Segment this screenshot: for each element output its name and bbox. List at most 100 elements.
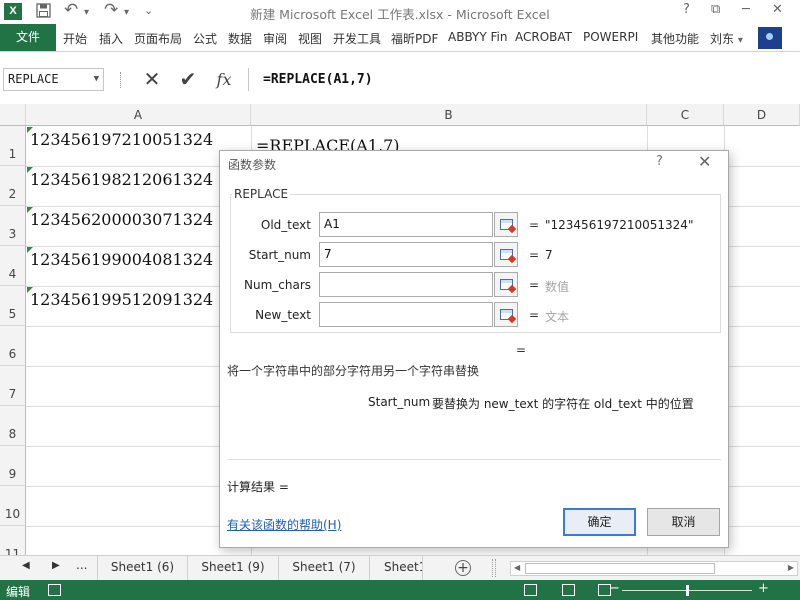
add-sheet-icon[interactable]: +	[455, 560, 471, 576]
collapse-dialog-icon[interactable]	[494, 272, 518, 297]
divider	[227, 459, 721, 460]
tab-home[interactable]: 开始	[63, 30, 87, 47]
row-header[interactable]: 8	[0, 406, 26, 446]
row-header[interactable]: 7	[0, 366, 26, 406]
zoom-slider-thumb[interactable]	[686, 585, 689, 596]
tab-data[interactable]: 数据	[228, 30, 252, 47]
arg-label-old-text: Old_text	[260, 218, 311, 232]
function-help-link[interactable]: 有关该函数的帮助(H)	[227, 516, 341, 533]
tab-abbyy[interactable]: ABBYY Fin	[448, 30, 507, 44]
column-header-b[interactable]: B	[251, 104, 647, 126]
cell-a1[interactable]: 123456197210051324	[30, 130, 248, 149]
new-text-input[interactable]	[319, 302, 493, 327]
horizontal-scrollbar[interactable]: ◀ ▶	[510, 561, 798, 576]
more-sheets-button[interactable]: ...	[76, 558, 87, 572]
tab-view[interactable]: 视图	[298, 30, 322, 47]
equals-sign: =	[529, 308, 540, 322]
column-header-d[interactable]: D	[724, 104, 800, 126]
sheet-tab-bar: ◀ ▶ ... Sheet1 (6) Sheet1 (9) Sheet1 (7)…	[0, 555, 800, 580]
name-box-dropdown-icon[interactable]: ▼	[94, 69, 99, 90]
cancel-button[interactable]: 取消	[647, 508, 720, 536]
row-header[interactable]: 2	[0, 166, 26, 206]
cell-a2[interactable]: 123456198212061324	[30, 170, 248, 189]
window-title: 新建 Microsoft Excel 工作表.xlsx - Microsoft …	[250, 7, 550, 22]
tab-formulas[interactable]: 公式	[193, 30, 217, 47]
prev-sheet-icon[interactable]: ◀	[22, 560, 30, 571]
equals-sign: =	[529, 218, 540, 232]
num-chars-input[interactable]	[319, 272, 493, 297]
tab-powerpivot[interactable]: POWERPI	[583, 30, 638, 44]
help-button[interactable]: ?	[683, 2, 690, 17]
old-text-input[interactable]: A1	[319, 212, 493, 237]
start-num-result: 7	[545, 248, 553, 262]
row-header[interactable]: 6	[0, 326, 26, 366]
param-name: Start_num	[368, 395, 431, 409]
ok-button[interactable]: 确定	[563, 508, 636, 536]
tab-split-handle[interactable]	[492, 559, 496, 577]
page-layout-view-icon[interactable]	[562, 584, 575, 596]
normal-view-icon[interactable]	[524, 584, 537, 596]
equals-sign: =	[529, 248, 540, 262]
tab-acrobat[interactable]: ACROBAT	[515, 30, 572, 44]
dialog-close-icon[interactable]: ✕	[698, 152, 711, 171]
status-bar: 编辑 − +	[0, 580, 800, 600]
next-sheet-icon[interactable]: ▶	[52, 560, 60, 571]
cancel-formula-icon[interactable]: ✕	[139, 68, 165, 91]
row-header[interactable]: 11	[0, 526, 26, 555]
tab-review[interactable]: 审阅	[263, 30, 287, 47]
arguments-group: Old_text A1 = "123456197210051324" Start…	[230, 194, 721, 333]
sheet-tab[interactable]: Sheet1 (6)	[97, 556, 188, 580]
tab-developer[interactable]: 开发工具	[333, 30, 381, 47]
dialog-title: 函数参数	[228, 158, 277, 172]
cell-a4[interactable]: 123456199004081324	[30, 250, 248, 269]
tab-page-layout[interactable]: 页面布局	[134, 30, 182, 47]
cell-a3[interactable]: 123456200003071324	[30, 210, 248, 229]
macro-record-icon[interactable]	[48, 584, 61, 596]
row-header[interactable]: 4	[0, 246, 26, 286]
minimize-button[interactable]: ─	[742, 2, 750, 17]
row-header[interactable]: 9	[0, 446, 26, 486]
scroll-thumb[interactable]	[525, 563, 715, 574]
sheet-tab[interactable]: Sheet1 (7)	[279, 556, 370, 580]
enter-formula-icon[interactable]: ✔	[175, 68, 201, 91]
tab-other[interactable]: 其他功能	[651, 30, 699, 47]
user-label: 刘东	[710, 32, 735, 46]
collapse-dialog-icon[interactable]	[494, 302, 518, 327]
restore-ribbon-button[interactable]: ⧉	[711, 2, 720, 17]
function-name: REPLACE	[232, 187, 291, 201]
row-header[interactable]: 3	[0, 206, 26, 246]
column-header-a[interactable]: A	[26, 104, 251, 126]
name-box[interactable]: REPLACE ▼	[3, 68, 104, 91]
zoom-in-icon[interactable]: +	[758, 581, 769, 596]
tab-insert[interactable]: 插入	[99, 30, 123, 47]
tab-foxit-pdf[interactable]: 福昕PDF	[391, 30, 438, 47]
row-header[interactable]: 1	[0, 126, 26, 166]
row-header[interactable]: 10	[0, 486, 26, 526]
formula-input[interactable]: =REPLACE(A1,7)	[248, 68, 800, 91]
column-header-c[interactable]: C	[647, 104, 724, 126]
scroll-right-icon[interactable]: ▶	[788, 563, 794, 572]
close-button[interactable]: ✕	[772, 2, 783, 17]
cell-a5[interactable]: 123456199512091324	[30, 290, 248, 309]
old-text-result: "123456197210051324"	[545, 218, 694, 232]
zoom-out-icon[interactable]: −	[609, 581, 620, 596]
start-num-input[interactable]: 7	[319, 242, 493, 267]
name-box-value: REPLACE	[8, 72, 59, 86]
param-description: 要替换为 new_text 的字符在 old_text 中的位置	[432, 397, 694, 411]
formula-bar: REPLACE ▼ ✕ ✔ fx =REPLACE(A1,7)	[0, 62, 800, 96]
scroll-left-icon[interactable]: ◀	[514, 563, 520, 572]
collapse-dialog-icon[interactable]	[494, 242, 518, 267]
collapse-dialog-icon[interactable]	[494, 212, 518, 237]
equals-sign: =	[529, 278, 540, 292]
dialog-help-icon[interactable]: ?	[656, 154, 663, 169]
row-header[interactable]: 5	[0, 286, 26, 326]
user-name[interactable]: 刘东 ▾	[710, 30, 743, 47]
select-all-corner[interactable]	[0, 104, 26, 126]
sheet-tab[interactable]: Sheet1 (9)	[188, 556, 279, 580]
sheet-tab[interactable]: Sheet1	[370, 556, 423, 580]
calc-result: 计算结果 =	[227, 480, 289, 494]
tab-file[interactable]: 文件	[0, 24, 56, 51]
insert-function-icon[interactable]: fx	[211, 68, 237, 91]
avatar[interactable]	[758, 27, 782, 49]
title-bar: X ↶ ▾ ↷ ▾ ⌄ 新建 Microsoft Excel 工作表.xlsx …	[0, 0, 800, 24]
